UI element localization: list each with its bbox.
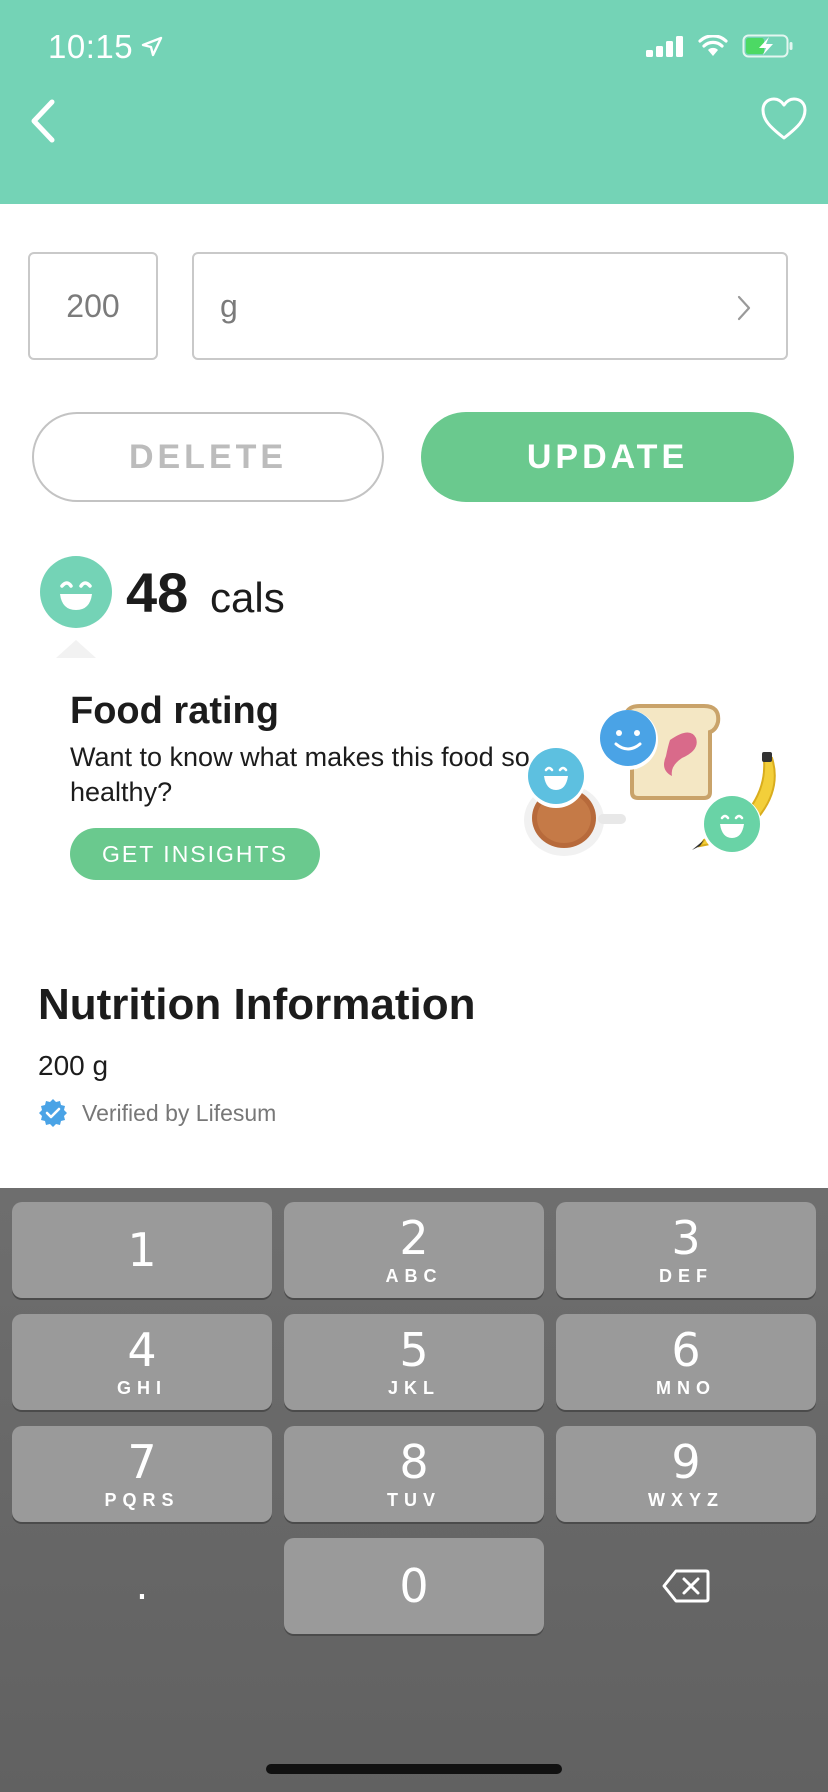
- key-letters: MNO: [656, 1377, 716, 1398]
- verified-row: Verified by Lifesum: [38, 1098, 276, 1128]
- status-time-label: 10:15: [48, 28, 134, 65]
- back-button[interactable]: [26, 96, 66, 146]
- favorite-button[interactable]: [760, 96, 808, 142]
- key-6[interactable]: 6 MNO: [556, 1314, 816, 1410]
- food-rating-description: Want to know what makes this food so hea…: [70, 742, 530, 807]
- key-9[interactable]: 9 WXYZ: [556, 1426, 816, 1522]
- nutrition-title: Nutrition Information: [38, 980, 476, 1029]
- verified-badge-icon: [39, 1099, 67, 1127]
- status-time: 10:15: [48, 28, 163, 66]
- wifi-icon: [698, 35, 728, 56]
- key-decimal[interactable]: .: [12, 1538, 272, 1634]
- key-letters: PQRS: [104, 1489, 180, 1510]
- key-letters: DEF: [659, 1265, 713, 1286]
- key-number: 2: [399, 1210, 429, 1265]
- key-number: 0: [399, 1559, 429, 1613]
- food-rating-title: Food rating: [70, 690, 279, 732]
- update-button[interactable]: UPDATE: [421, 412, 794, 502]
- key-8[interactable]: 8 TUV: [284, 1426, 544, 1522]
- home-indicator: [266, 1764, 562, 1774]
- key-4[interactable]: 4 GHI: [12, 1314, 272, 1410]
- quantity-value: 200: [66, 287, 120, 324]
- key-letters: JKL: [387, 1377, 440, 1398]
- key-letters: WXYZ: [648, 1489, 724, 1510]
- key-1[interactable]: 1: [12, 1202, 272, 1298]
- signal-icon: [646, 36, 683, 57]
- key-5[interactable]: 5 JKL: [284, 1314, 544, 1410]
- calorie-unit: cals: [210, 574, 285, 621]
- chevron-right-icon: [737, 295, 751, 321]
- chevron-left-icon: [31, 99, 55, 143]
- food-illustration: [524, 704, 776, 856]
- key-letters: GHI: [116, 1377, 167, 1398]
- heart-outline-icon: [761, 97, 807, 140]
- numeric-keypad: 1 2 ABC 3 DEF 4 GHI 5 JKL 6 MNO 7 PQRS 8…: [0, 1188, 828, 1792]
- delete-button[interactable]: DELETE: [32, 412, 384, 502]
- smiley-face-icon: [598, 710, 658, 770]
- tooltip-pointer: [56, 640, 96, 658]
- smiley-face-icon: [702, 796, 762, 856]
- nutrition-amount: 200 g: [38, 1050, 109, 1081]
- key-3[interactable]: 3 DEF: [556, 1202, 816, 1298]
- key-number: 4: [127, 1322, 157, 1377]
- unit-value: g: [220, 287, 238, 324]
- verified-label: Verified by Lifesum: [82, 1099, 277, 1126]
- key-letters: TUV: [387, 1489, 441, 1510]
- key-number: 8: [399, 1434, 429, 1489]
- app-header: 10:15: [0, 0, 828, 204]
- key-0[interactable]: 0: [284, 1538, 544, 1634]
- backspace-icon: [662, 1569, 710, 1603]
- unit-select[interactable]: g: [192, 252, 788, 360]
- key-number: 6: [671, 1322, 701, 1377]
- key-number: 1: [127, 1223, 157, 1277]
- calorie-value: 48: [126, 561, 189, 624]
- location-arrow-icon: [141, 36, 163, 57]
- key-number: 7: [127, 1434, 157, 1489]
- status-icons: [646, 34, 794, 58]
- quantity-input[interactable]: 200: [28, 252, 158, 360]
- key-backspace[interactable]: [556, 1538, 816, 1634]
- key-number: 3: [671, 1210, 701, 1265]
- get-insights-button[interactable]: GET INSIGHTS: [70, 828, 320, 880]
- happy-face-icon: [40, 556, 112, 628]
- key-number: .: [135, 1563, 149, 1609]
- battery-charging-icon: [742, 34, 793, 58]
- key-7[interactable]: 7 PQRS: [12, 1426, 272, 1522]
- smiley-face-icon: [526, 748, 586, 808]
- key-number: 9: [671, 1434, 701, 1489]
- key-number: 5: [399, 1322, 429, 1377]
- key-2[interactable]: 2 ABC: [284, 1202, 544, 1298]
- key-letters: ABC: [385, 1265, 443, 1286]
